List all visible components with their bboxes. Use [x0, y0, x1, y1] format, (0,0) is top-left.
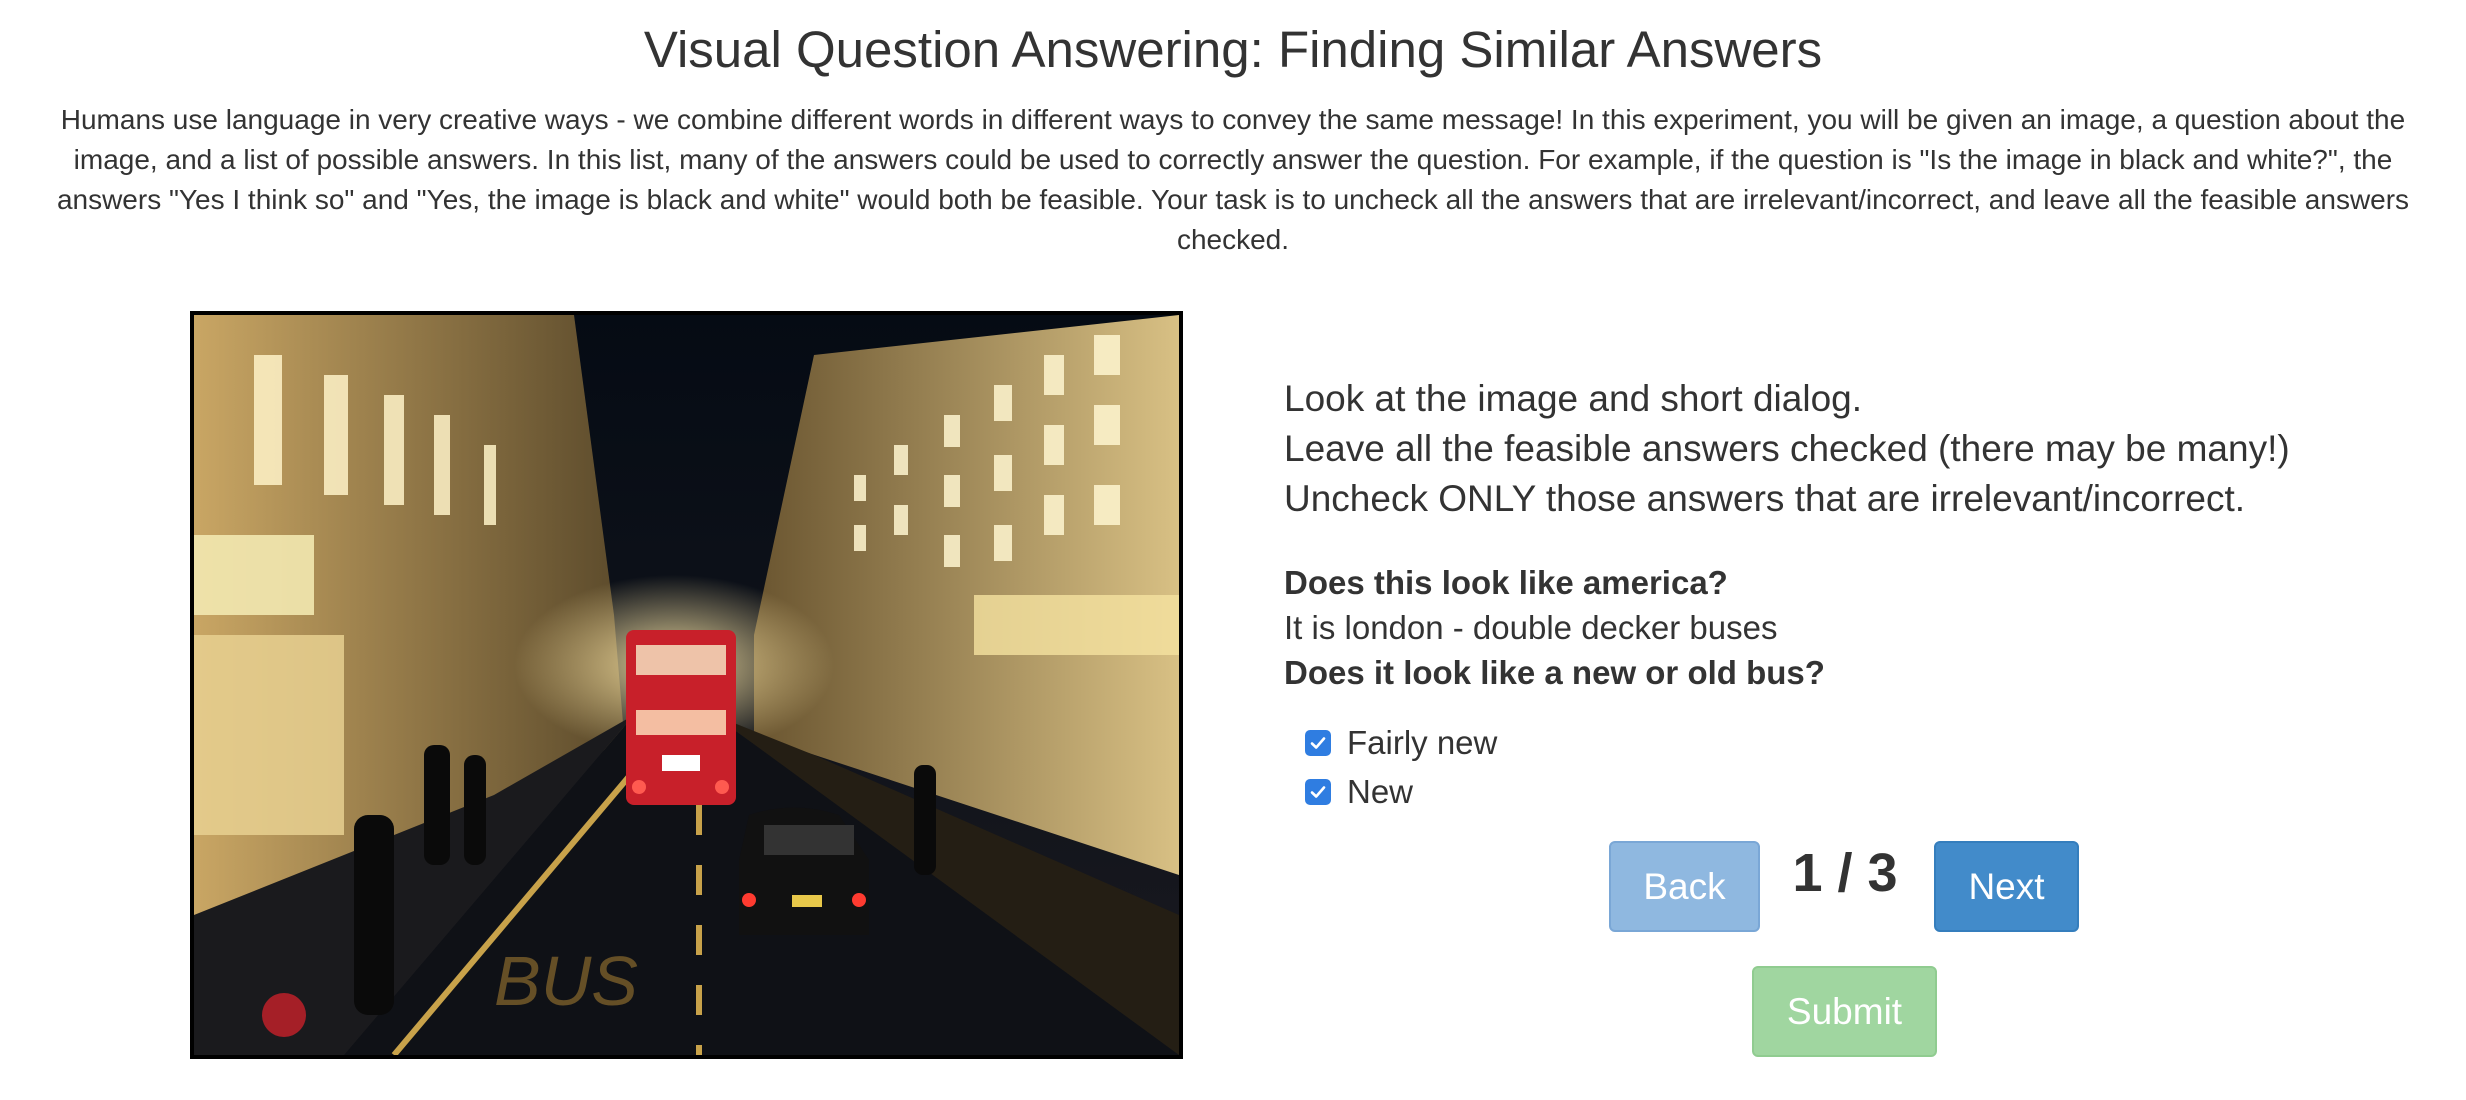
- double-decker-bus: [626, 630, 736, 805]
- checkbox-checked[interactable]: [1305, 729, 1331, 756]
- back-button[interactable]: Back: [1609, 841, 1760, 932]
- page-indicator: 1 / 3: [1792, 843, 1898, 903]
- black-taxi: [739, 807, 869, 935]
- answer-option[interactable]: Fairly new: [1305, 718, 1497, 767]
- page-title: Visual Question Answering: Finding Simil…: [643, 21, 1823, 78]
- checkbox-checked[interactable]: [1305, 778, 1331, 805]
- answer-list: Fairly new New: [1305, 718, 1497, 816]
- answer-option[interactable]: New: [1305, 767, 1497, 816]
- dialog-question: Does this look like america?: [1284, 564, 1728, 601]
- night-street-scene: BUS: [194, 315, 1179, 1055]
- current-question: Does it look like a new or old bus?: [1284, 654, 1825, 691]
- dialog-history: Does this look like america? It is londo…: [1284, 560, 2384, 695]
- instruction-line: Leave all the feasible answers checked (…: [1284, 428, 2290, 469]
- submit-button[interactable]: Submit: [1752, 966, 1937, 1057]
- dialog-answer: It is london - double decker buses: [1284, 609, 1778, 646]
- next-button[interactable]: Next: [1934, 841, 2079, 932]
- instructions: Look at the image and short dialog. Leav…: [1284, 374, 2384, 524]
- check-icon: [1310, 736, 1326, 749]
- task-description: Humans use language in very creative way…: [56, 104, 2410, 255]
- road-marking-text: BUS: [494, 942, 638, 1020]
- answer-label[interactable]: Fairly new: [1347, 718, 1497, 767]
- check-icon: [1310, 785, 1326, 798]
- answer-label[interactable]: New: [1347, 767, 1413, 816]
- street-photo: BUS: [190, 311, 1183, 1059]
- instruction-line: Uncheck ONLY those answers that are irre…: [1284, 478, 2246, 519]
- instruction-line: Look at the image and short dialog.: [1284, 378, 1862, 419]
